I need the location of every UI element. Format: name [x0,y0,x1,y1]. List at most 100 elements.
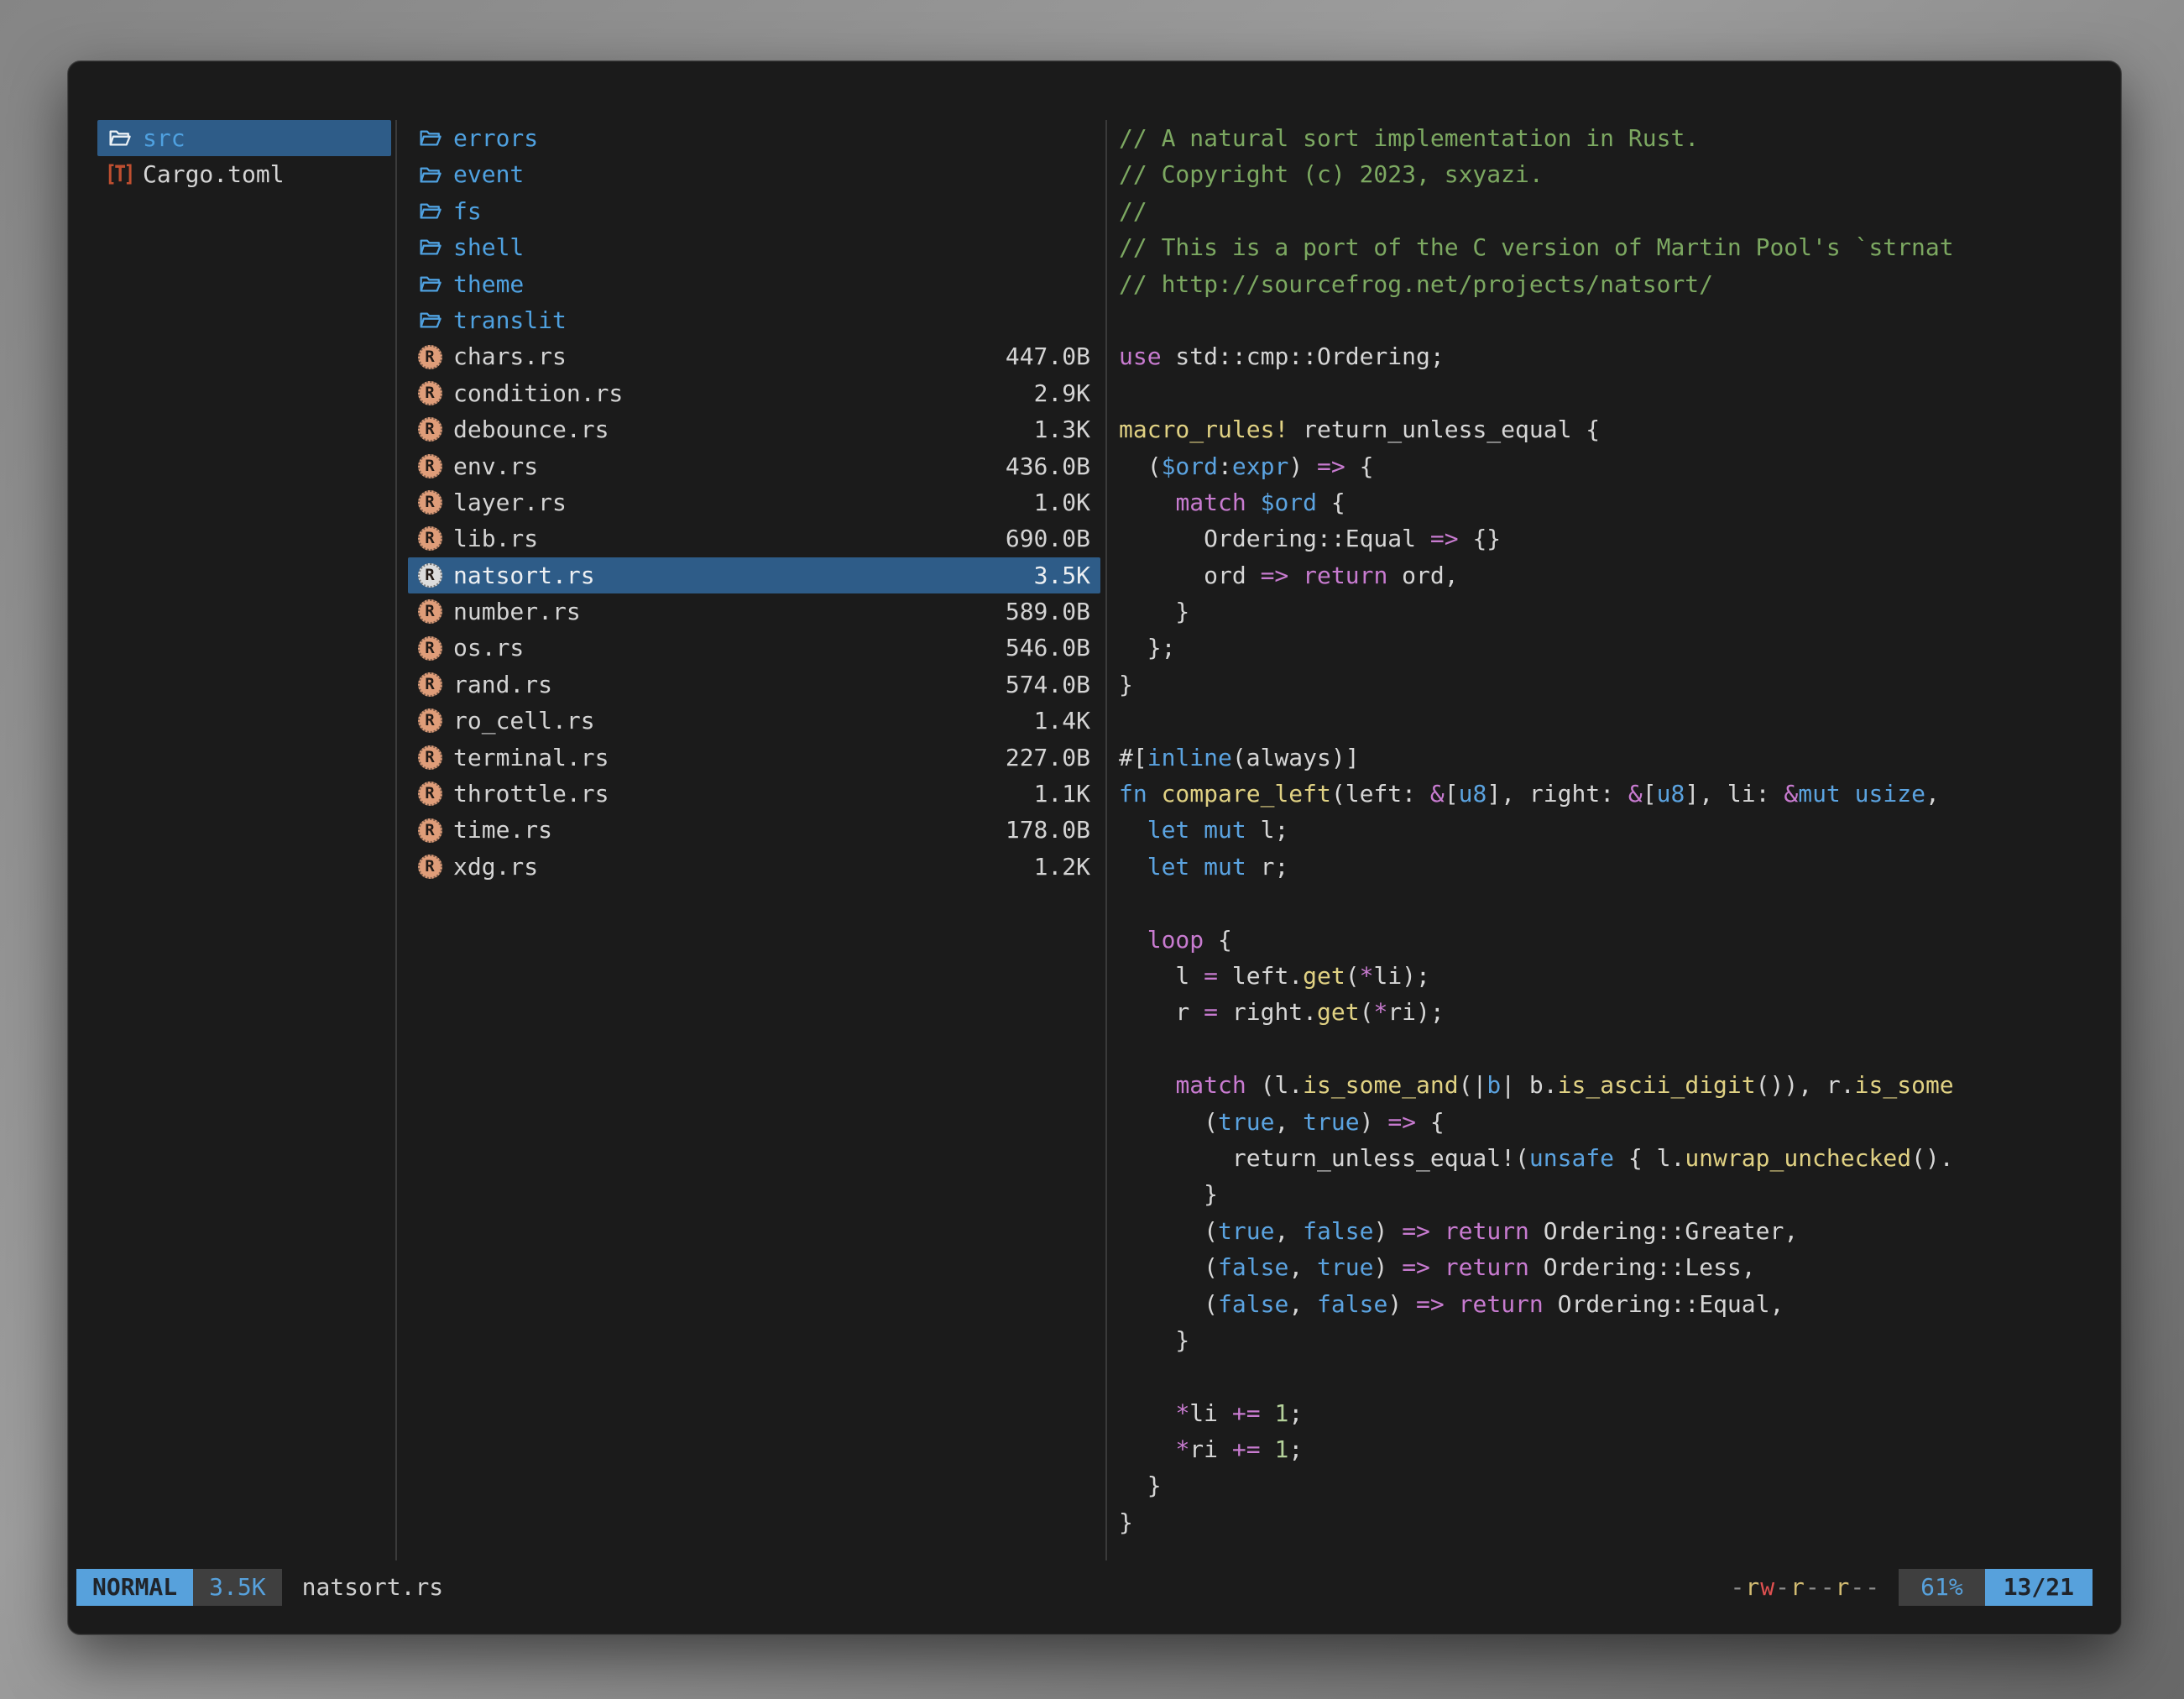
rust-icon: R [415,599,445,624]
code-line: r = right.get(*ri); [1119,994,2093,1030]
code-line: Ordering::Equal => {} [1119,520,2093,557]
list-item-chars.rs[interactable]: Rchars.rs447.0B [408,338,1100,374]
rust-icon: R [415,490,445,515]
list-item-errors[interactable]: errors [408,120,1100,156]
file-label: shell [453,229,524,265]
rust-icon: R [415,526,445,551]
list-item-terminal.rs[interactable]: Rterminal.rs227.0B [408,740,1100,776]
file-size-badge: 3.5K [193,1569,281,1606]
preview-pane[interactable]: // A natural sort implementation in Rust… [1119,120,2093,1540]
code-line: // http://sourcefrog.net/projects/natsor… [1119,266,2093,302]
code-line: }; [1119,630,2093,666]
pane-divider [395,120,397,1560]
code-line: } [1119,667,2093,703]
code-line [1119,302,2093,338]
parent-pane[interactable]: src[T]Cargo.toml [97,120,391,193]
file-size: 1.1K [1034,776,1090,812]
file-size: 546.0B [1006,630,1090,666]
file-size: 1.4K [1034,703,1090,739]
list-item-fs[interactable]: fs [408,193,1100,229]
rust-icon: R [415,818,445,843]
list-item-condition.rs[interactable]: Rcondition.rs2.9K [408,375,1100,411]
list-item-event[interactable]: event [408,156,1100,192]
rust-icon: R [415,454,445,478]
code-line: *li += 1; [1119,1395,2093,1431]
file-label: xdg.rs [453,849,538,885]
code-line: } [1119,1176,2093,1212]
code-line: } [1119,593,2093,630]
file-size: 589.0B [1006,593,1090,630]
code-line [1119,375,2093,411]
mode-badge: NORMAL [76,1569,193,1606]
rust-icon: R [415,745,445,770]
cursor-position-badge: 13/21 [1985,1569,2093,1606]
status-filename: natsort.rs [302,1569,444,1606]
code-line: (false, true) => return Ordering::Less, [1119,1249,2093,1285]
code-line: } [1119,1504,2093,1540]
folder-open-icon [415,163,445,187]
rust-icon: R [415,345,445,369]
list-item-ro_cell.rs[interactable]: Rro_cell.rs1.4K [408,703,1100,739]
list-item-throttle.rs[interactable]: Rthrottle.rs1.1K [408,776,1100,812]
folder-open-icon [415,235,445,259]
file-size: 1.0K [1034,484,1090,520]
code-line: #[inline(always)] [1119,740,2093,776]
code-line: } [1119,1467,2093,1503]
code-line: l = left.get(*li); [1119,958,2093,994]
current-pane[interactable]: errorseventfsshellthemetranslitRchars.rs… [408,120,1100,885]
file-permissions: -rw-r--r-- [1731,1569,1881,1606]
file-size: 1.2K [1034,849,1090,885]
list-item-debounce.rs[interactable]: Rdebounce.rs1.3K [408,411,1100,447]
list-item-Cargo.toml[interactable]: [T]Cargo.toml [97,156,391,192]
list-item-xdg.rs[interactable]: Rxdg.rs1.2K [408,849,1100,885]
list-item-lib.rs[interactable]: Rlib.rs690.0B [408,520,1100,557]
yazi-window: src[T]Cargo.toml errorseventfsshelltheme… [67,60,2122,1635]
file-label: time.rs [453,812,552,848]
status-bar: NORMAL 3.5K natsort.rs -rw-r--r-- 61% 13… [76,1569,2093,1606]
file-label: env.rs [453,448,538,484]
code-line [1119,1031,2093,1067]
list-item-rand.rs[interactable]: Rrand.rs574.0B [408,667,1100,703]
file-label: event [453,156,524,192]
file-label: theme [453,266,524,302]
file-size: 1.3K [1034,411,1090,447]
file-size: 447.0B [1006,338,1090,374]
code-line: (true, true) => { [1119,1104,2093,1140]
folder-open-icon [104,126,134,150]
code-line: return_unless_equal!(unsafe { l.unwrap_u… [1119,1140,2093,1176]
rust-icon: R [415,563,445,588]
file-label: os.rs [453,630,524,666]
list-item-env.rs[interactable]: Renv.rs436.0B [408,448,1100,484]
file-size: 3.5K [1034,557,1090,593]
code-line: (true, false) => return Ordering::Greate… [1119,1213,2093,1249]
rust-icon: R [415,636,445,661]
rust-icon: R [415,708,445,733]
list-item-theme[interactable]: theme [408,266,1100,302]
code-line [1119,885,2093,921]
list-item-translit[interactable]: translit [408,302,1100,338]
file-label: natsort.rs [453,557,595,593]
scroll-percent-badge: 61% [1899,1569,1985,1606]
code-line: // This is a port of the C version of Ma… [1119,229,2093,265]
file-label: lib.rs [453,520,538,557]
file-label: src [143,120,185,156]
list-item-natsort.rs[interactable]: Rnatsort.rs 3.5K [408,557,1100,593]
file-label: fs [453,193,482,229]
code-line: ord => return ord, [1119,557,2093,593]
desktop-background: src[T]Cargo.toml errorseventfsshelltheme… [0,0,2184,1699]
code-line: match (l.is_some_and(|b| b.is_ascii_digi… [1119,1067,2093,1103]
code-line: *ri += 1; [1119,1431,2093,1467]
file-label: throttle.rs [453,776,609,812]
toml-icon: [T] [104,156,134,192]
file-label: errors [453,120,538,156]
file-size: 2.9K [1034,375,1090,411]
list-item-os.rs[interactable]: Ros.rs 546.0B [408,630,1100,666]
file-label: layer.rs [453,484,567,520]
list-item-number.rs[interactable]: Rnumber.rs589.0B [408,593,1100,630]
list-item-layer.rs[interactable]: Rlayer.rs 1.0K [408,484,1100,520]
list-item-src[interactable]: src [97,120,391,156]
list-item-time.rs[interactable]: Rtime.rs178.0B [408,812,1100,848]
code-line: // Copyright (c) 2023, sxyazi. [1119,156,2093,192]
list-item-shell[interactable]: shell [408,229,1100,265]
file-label: translit [453,302,567,338]
